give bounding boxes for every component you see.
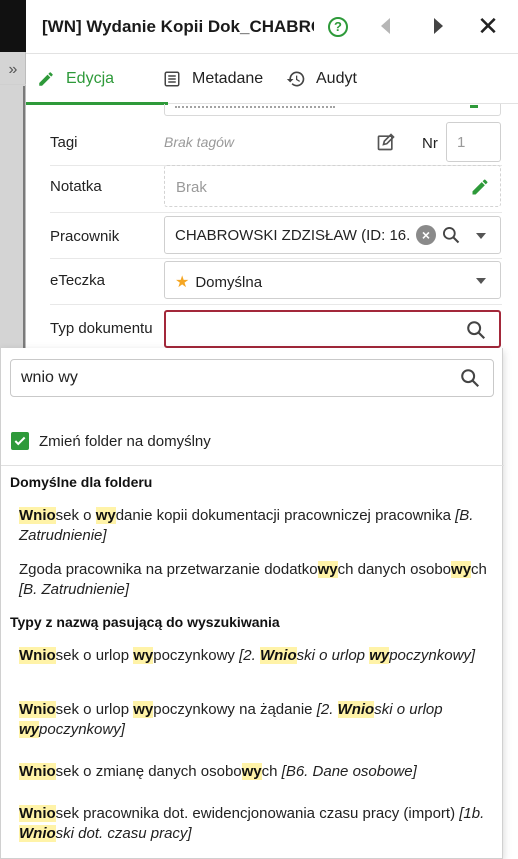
list-item[interactable]: Wniosek o zmianę danych osobowych [B6. D…: [19, 762, 489, 782]
item-category: [B6. Dane osobowe]: [281, 763, 417, 780]
item-name: Wniosek o wydanie kopii dokumentacji pra…: [19, 507, 451, 524]
tab-bar: Edycja Metadane Audyt: [26, 54, 518, 105]
list-item[interactable]: Wniosek o urlop wypoczynkowy [2. Wnioski…: [19, 646, 489, 666]
check-icon[interactable]: [11, 432, 29, 450]
divider: [50, 304, 502, 305]
eteczka-value-wrap: ★ Domyślna: [175, 272, 262, 292]
item-name: Wniosek o urlop wypoczynkowy: [19, 647, 235, 664]
partial-text: [175, 100, 335, 108]
tab-label: Edycja: [66, 70, 115, 87]
caret-down-icon[interactable]: [476, 278, 486, 284]
employee-select[interactable]: CHABROWSKI ZDZISŁAW (ID: 16... ×: [164, 216, 501, 254]
partial-edit-icon: [470, 100, 478, 108]
star-icon: ★: [175, 274, 190, 291]
divider: [0, 84, 26, 85]
search-icon[interactable]: [459, 367, 481, 389]
list-item[interactable]: Wniosek o urlop wypoczynkowy na żądanie …: [19, 700, 489, 740]
dropdown-search: [10, 359, 494, 397]
partial-field: [164, 104, 501, 116]
employee-value: CHABROWSKI ZDZISŁAW (ID: 16...: [175, 227, 411, 244]
caret-down-icon[interactable]: [476, 233, 486, 239]
note-field[interactable]: Brak: [164, 165, 501, 207]
item-name: Wniosek o urlop wypoczynkowy na żądanie: [19, 701, 313, 718]
pencil-icon: [36, 69, 56, 89]
item-name: Wniosek pracownika dot. ewidencjonowania…: [19, 805, 456, 822]
tags-value: Brak tagów: [164, 134, 235, 150]
list-item[interactable]: Zgoda pracownika na przetwarzanie dodatk…: [19, 560, 489, 600]
item-category: [B. Zatrudnienie]: [19, 581, 130, 598]
panel-title: [WN] Wydanie Kopii Dok_CHABRO...: [42, 17, 314, 36]
nr-input[interactable]: 1: [446, 122, 501, 162]
expand-icon[interactable]: »: [2, 60, 24, 80]
background-header: [0, 0, 26, 52]
item-name: Wniosek o zmianę danych osobowych: [19, 763, 278, 780]
title-bar: [WN] Wydanie Kopii Dok_CHABRO... ? ✕: [26, 0, 518, 54]
section-matching-heading: Typy z nazwą pasującą do wyszukiwania: [10, 614, 280, 630]
close-icon[interactable]: ✕: [474, 10, 502, 42]
tag-edit-icon[interactable]: [376, 132, 396, 152]
nr-label: Nr: [422, 135, 438, 152]
eteczka-label: eTeczka: [50, 272, 106, 289]
doctype-input[interactable]: [164, 310, 501, 348]
tab-metadane[interactable]: Metadane: [162, 54, 263, 104]
list-icon: [162, 69, 182, 89]
search-icon[interactable]: [465, 319, 487, 341]
search-icon[interactable]: [441, 225, 461, 245]
item-name: Zgoda pracownika na przetwarzanie dodatk…: [19, 561, 487, 578]
change-folder-label: Zmień folder na domyślny: [39, 432, 211, 450]
item-category: [2. Wnioski o urlop wypoczynkowy]: [239, 647, 476, 664]
divider: [50, 258, 502, 259]
dropdown-search-input[interactable]: [21, 368, 441, 388]
section-default-heading: Domyślne dla folderu: [10, 474, 153, 490]
employee-label: Pracownik: [50, 228, 120, 245]
tab-label: Metadane: [192, 70, 264, 87]
note-placeholder: Brak: [176, 179, 207, 196]
change-folder-checkbox[interactable]: Zmień folder na domyślny: [11, 432, 211, 450]
history-icon: [286, 69, 306, 89]
doctype-dropdown: Zmień folder na domyślny Domyślne dla fo…: [0, 348, 504, 859]
tab-edycja[interactable]: Edycja: [26, 54, 168, 105]
list-item[interactable]: Wniosek pracownika dot. ewidencjonowania…: [19, 804, 489, 844]
prev-icon[interactable]: [381, 18, 390, 34]
eteczka-select[interactable]: ★ Domyślna: [164, 261, 501, 299]
help-icon[interactable]: ?: [328, 17, 348, 37]
divider: [50, 212, 502, 213]
doctype-label: Typ dokumentu: [50, 320, 153, 337]
tab-label: Audyt: [316, 70, 357, 87]
pencil-icon[interactable]: [470, 177, 490, 197]
tags-label: Tagi: [50, 134, 78, 151]
list-item[interactable]: Wniosek o wydanie kopii dokumentacji pra…: [19, 506, 489, 546]
eteczka-value: Domyślna: [195, 274, 263, 291]
note-label: Notatka: [50, 178, 102, 195]
tab-audyt[interactable]: Audyt: [286, 54, 357, 104]
divider: [1, 465, 504, 466]
active-tab-indicator: [26, 102, 168, 105]
clear-icon[interactable]: ×: [416, 225, 436, 245]
next-icon[interactable]: [434, 18, 443, 34]
